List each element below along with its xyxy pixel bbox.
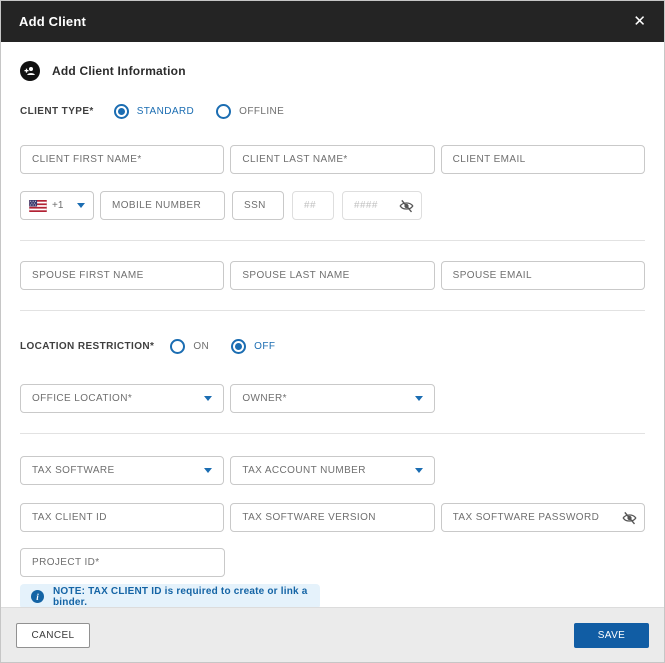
office-location-label: OFFICE LOCATION*	[32, 393, 133, 404]
client-name-row	[20, 145, 645, 174]
country-code-select[interactable]: +1	[20, 191, 94, 220]
owner-dropdown[interactable]: OWNER*	[230, 384, 435, 413]
divider	[20, 433, 645, 434]
tax-software-dropdown[interactable]: TAX SOFTWARE	[20, 456, 225, 485]
modal-title: Add Client	[19, 14, 86, 29]
chevron-down-icon	[77, 203, 85, 208]
radio-off[interactable]	[231, 339, 247, 354]
save-button[interactable]: SAVE	[574, 622, 649, 648]
info-icon: i	[31, 590, 44, 603]
close-icon[interactable]: ✕	[633, 14, 646, 29]
radio-on-label[interactable]: ON	[193, 341, 209, 352]
office-location-dropdown[interactable]: OFFICE LOCATION*	[20, 384, 225, 413]
project-id-input[interactable]	[20, 548, 225, 577]
divider	[20, 310, 645, 311]
radio-standard-label[interactable]: STANDARD	[137, 106, 194, 117]
add-person-icon	[20, 61, 40, 81]
spouse-row	[20, 261, 645, 290]
note-bar: i NOTE: TAX CLIENT ID is required to cre…	[20, 584, 320, 607]
client-type-label: CLIENT TYPE*	[20, 106, 94, 117]
ssn-middle-input[interactable]	[292, 191, 334, 220]
client-email-input[interactable]	[440, 145, 645, 174]
radio-offline-label[interactable]: OFFLINE	[239, 106, 284, 117]
radio-offline[interactable]	[216, 104, 232, 119]
tax-account-number-dropdown[interactable]: TAX ACCOUNT NUMBER	[230, 456, 435, 485]
tax-id-row	[20, 503, 645, 532]
tax-client-id-input[interactable]	[20, 503, 225, 532]
tax-software-row: TAX SOFTWARE TAX ACCOUNT NUMBER	[20, 456, 645, 485]
note-text: NOTE: TAX CLIENT ID is required to creat…	[53, 586, 309, 608]
note-text-strong: NOTE: TAX CLIENT ID	[53, 585, 162, 597]
chevron-down-icon	[414, 468, 423, 473]
modal-footer: CANCEL SAVE	[1, 607, 664, 662]
dial-code: +1	[52, 200, 64, 211]
us-flag-icon	[29, 199, 47, 212]
modal-body: Add Client Information CLIENT TYPE* STAN…	[1, 42, 664, 607]
ssn-input[interactable]	[232, 191, 284, 220]
add-client-modal: Add Client ✕ Add Client Information CLIE…	[0, 0, 665, 663]
phone-ssn-row: +1	[20, 191, 645, 220]
spouse-email-input[interactable]	[440, 261, 645, 290]
chevron-down-icon	[204, 396, 213, 401]
client-last-name-input[interactable]	[230, 145, 435, 174]
divider	[20, 240, 645, 241]
tax-software-label: TAX SOFTWARE	[32, 465, 115, 476]
chevron-down-icon	[204, 468, 213, 473]
radio-standard[interactable]	[113, 104, 129, 119]
tax-software-version-input[interactable]	[230, 503, 435, 532]
radio-off-label[interactable]: OFF	[254, 341, 275, 352]
cancel-button[interactable]: CANCEL	[16, 622, 90, 648]
modal-header: Add Client ✕	[1, 1, 664, 42]
tax-software-password-input[interactable]	[440, 503, 645, 532]
location-restriction-row: LOCATION RESTRICTION* ON OFF	[20, 339, 645, 354]
client-type-row: CLIENT TYPE* STANDARD OFFLINE	[20, 104, 645, 119]
spouse-first-name-input[interactable]	[20, 261, 225, 290]
office-owner-row: OFFICE LOCATION* OWNER*	[20, 384, 645, 413]
chevron-down-icon	[414, 396, 423, 401]
radio-on[interactable]	[170, 339, 186, 354]
spouse-last-name-input[interactable]	[230, 261, 435, 290]
section-header: Add Client Information	[20, 61, 645, 81]
mobile-number-input[interactable]	[100, 191, 225, 220]
owner-label: OWNER*	[242, 393, 287, 404]
section-title: Add Client Information	[52, 64, 186, 78]
password-visibility-eye-icon[interactable]	[622, 510, 637, 525]
tax-account-number-label: TAX ACCOUNT NUMBER	[242, 465, 366, 476]
ssn-visibility-eye-icon[interactable]	[399, 198, 414, 213]
location-restriction-label: LOCATION RESTRICTION*	[20, 341, 155, 352]
client-first-name-input[interactable]	[20, 145, 225, 174]
project-id-row	[20, 548, 645, 577]
